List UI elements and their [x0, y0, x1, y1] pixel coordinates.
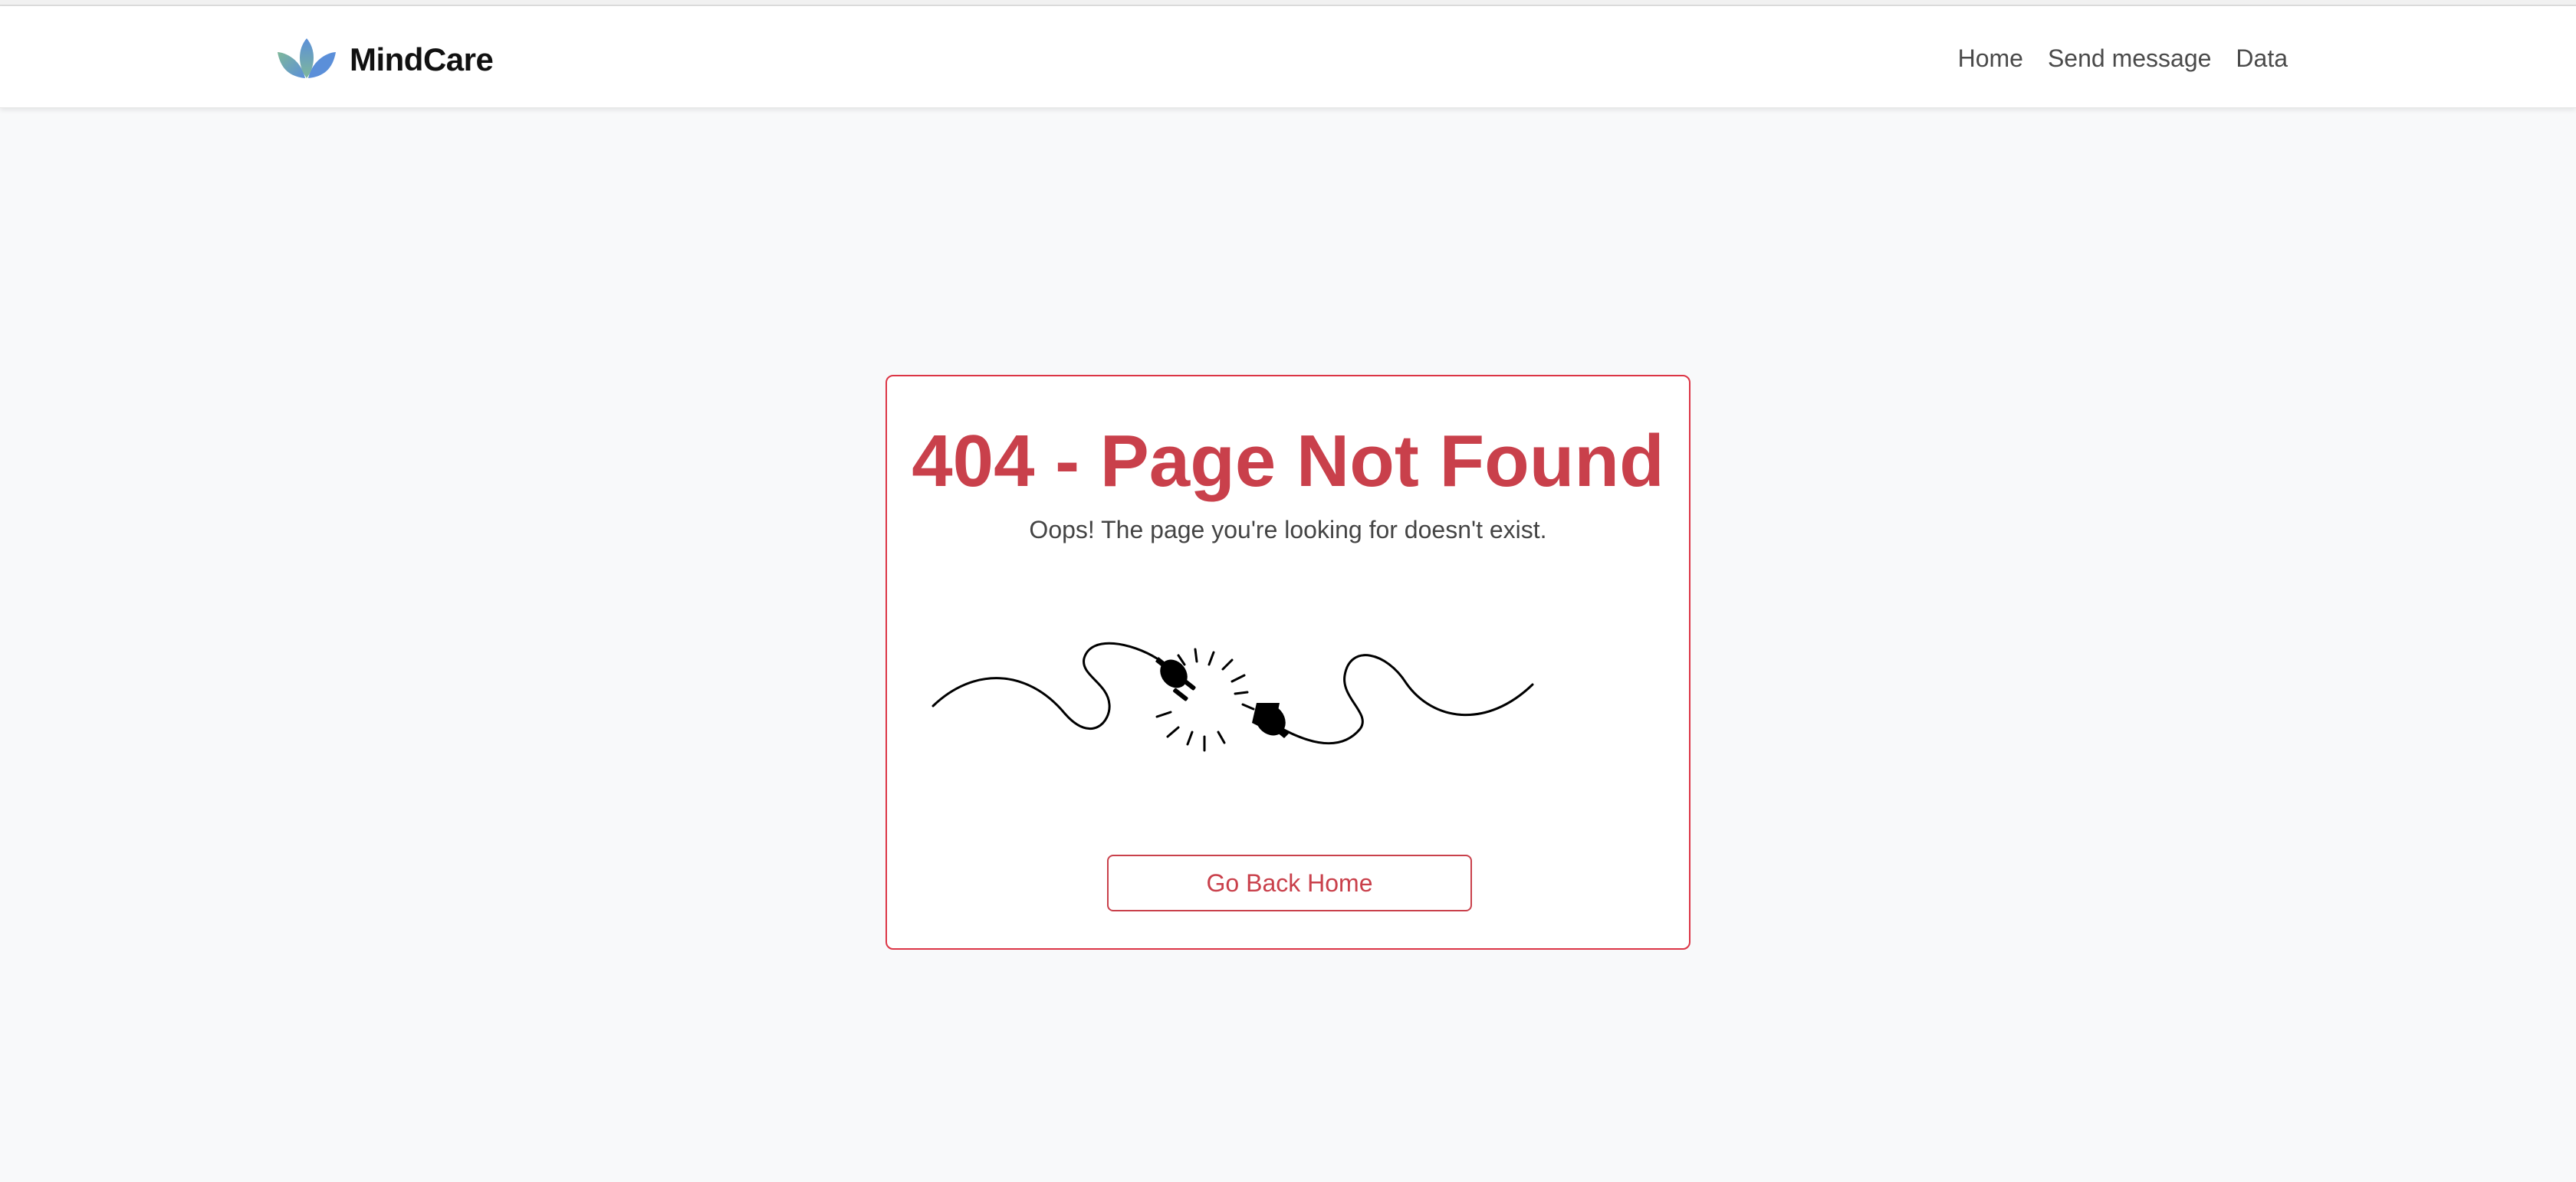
error-card: 404 - Page Not Found Oops! The page you'… [886, 375, 1691, 950]
lotus-icon [274, 35, 339, 85]
error-message: Oops! The page you're looking for doesn'… [1029, 516, 1547, 543]
window-top-border [0, 0, 2576, 6]
nav-send-message[interactable]: Send message [2048, 44, 2211, 73]
error-title: 404 - Page Not Found [912, 420, 1664, 502]
unplugged-cable-icon [927, 629, 1540, 767]
go-back-home-button[interactable]: Go Back Home [1107, 855, 1472, 911]
nav-data[interactable]: Data [2236, 44, 2288, 73]
nav-links: Home Send message Data [1958, 44, 2288, 73]
brand-link[interactable]: MindCare [274, 35, 494, 85]
nav-home[interactable]: Home [1958, 44, 2023, 73]
brand-name: MindCare [350, 41, 494, 77]
navbar: MindCare Home Send message Data [0, 6, 2576, 108]
